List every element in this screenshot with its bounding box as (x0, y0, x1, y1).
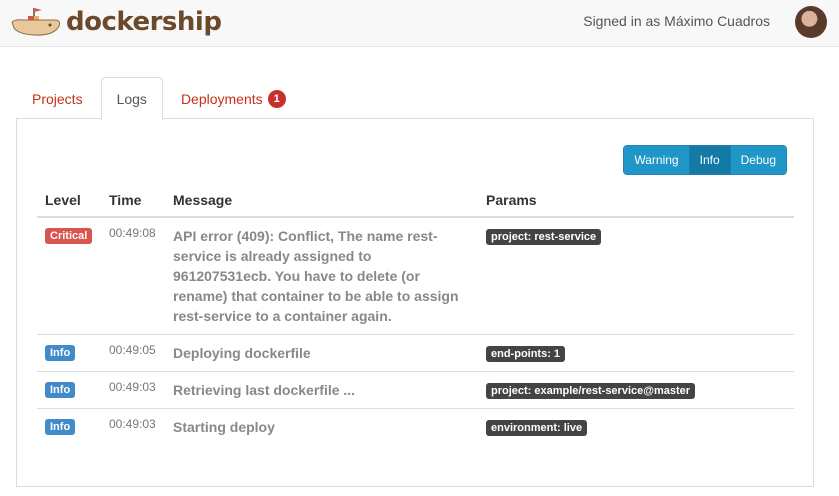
tab-logs-label: Logs (116, 91, 147, 107)
param-tag: project: example/rest-service@master (486, 383, 696, 399)
whale-ship-icon (11, 8, 61, 36)
level-cell: Critical (37, 216, 101, 335)
level-filter-group: Warning Info Debug (623, 145, 787, 175)
table-row: Info 00:49:05 Deploying dockerfile end-p… (37, 334, 794, 372)
level-cell: Info (37, 371, 101, 409)
level-badge: Critical (45, 228, 93, 244)
filter-info-button[interactable]: Info (689, 146, 731, 174)
header-time: Time (101, 183, 165, 218)
deployments-count-badge: 1 (267, 89, 286, 108)
tab-projects[interactable]: Projects (16, 77, 99, 119)
time-cell: 00:49:08 (101, 216, 165, 335)
header-params: Params (478, 183, 794, 218)
tab-projects-label: Projects (32, 90, 83, 107)
avatar[interactable] (795, 6, 827, 38)
logs-table: Level Time Message Params Critical 00:49… (37, 183, 794, 445)
filter-warning-button[interactable]: Warning (624, 146, 690, 174)
message-cell: Retrieving last dockerfile ... (165, 371, 478, 409)
message-cell: Deploying dockerfile (165, 334, 478, 372)
brand-logo[interactable]: dockership (10, 4, 222, 38)
header-level: Level (37, 183, 101, 218)
message-cell: API error (409): Conflict, The name rest… (165, 216, 478, 335)
filter-debug-button[interactable]: Debug (730, 146, 786, 174)
time-cell: 00:49:03 (101, 408, 165, 445)
navbar: dockership Signed in as Máximo Cuadros (0, 0, 839, 47)
level-badge: Info (45, 345, 76, 361)
params-cell: end-points: 1 (478, 334, 794, 372)
tab-logs[interactable]: Logs (100, 77, 163, 120)
params-cell: project: example/rest-service@master (478, 371, 794, 409)
signed-in-text: Signed in as Máximo Cuadros (583, 13, 770, 29)
level-cell: Info (37, 334, 101, 372)
tab-deployments[interactable]: Deployments 1 (165, 77, 302, 119)
table-row: Info 00:49:03 Retrieving last dockerfile… (37, 371, 794, 409)
message-cell: Starting deploy (165, 408, 478, 445)
header-message: Message (165, 183, 478, 218)
logs-panel: Warning Info Debug Level Time Message Pa… (16, 118, 814, 487)
level-badge: Info (45, 382, 76, 398)
table-row: Critical 00:49:08 API error (409): Confl… (37, 216, 794, 335)
time-cell: 00:49:03 (101, 371, 165, 409)
param-tag: environment: live (486, 420, 588, 436)
params-cell: environment: live (478, 408, 794, 445)
table-row: Info 00:49:03 Starting deploy environmen… (37, 408, 794, 445)
tab-bar: Projects Logs Deployments 1 (16, 77, 304, 120)
param-tag: project: rest-service (486, 229, 602, 245)
level-badge: Info (45, 419, 76, 435)
time-cell: 00:49:05 (101, 334, 165, 372)
brand-name: dockership (66, 7, 222, 37)
table-header-row: Level Time Message Params (37, 183, 794, 218)
tab-deployments-label: Deployments (180, 90, 263, 107)
params-cell: project: rest-service (478, 216, 794, 335)
param-tag: end-points: 1 (486, 346, 566, 362)
level-cell: Info (37, 408, 101, 445)
